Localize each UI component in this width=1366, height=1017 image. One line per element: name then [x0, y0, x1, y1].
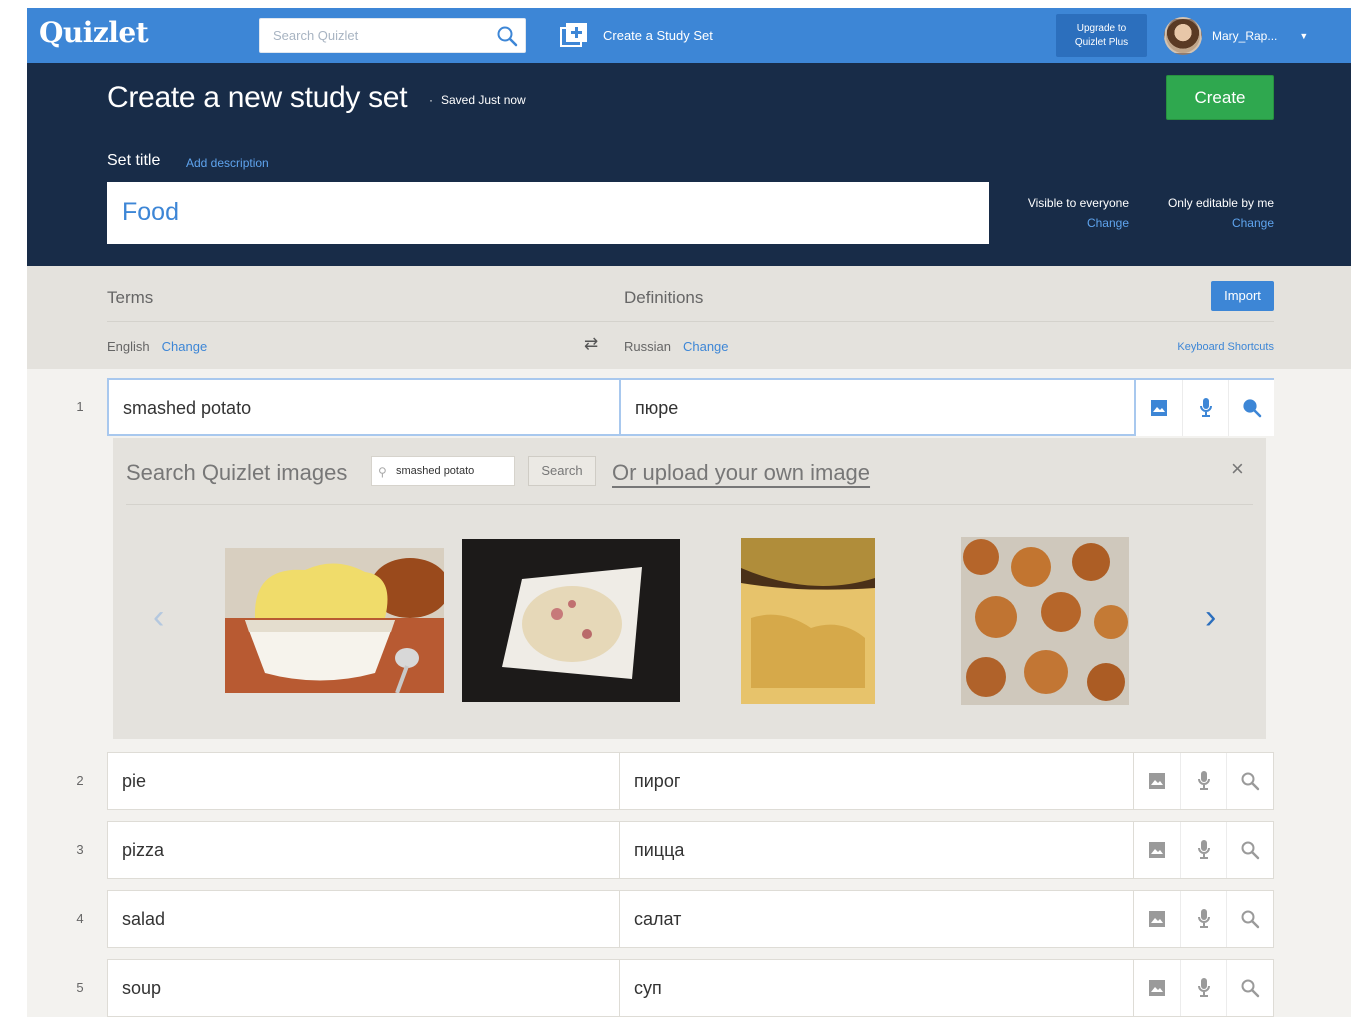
search-icon[interactable]	[1226, 822, 1272, 878]
add-set-icon	[559, 22, 589, 48]
create-study-set-label: Create a Study Set	[603, 27, 713, 43]
image-search-title: Search Quizlet images	[126, 460, 348, 485]
create-button[interactable]: Create	[1166, 75, 1274, 120]
search-icon[interactable]	[1226, 960, 1272, 1016]
term-input[interactable]: soup	[108, 960, 620, 1016]
term-input[interactable]: salad	[108, 891, 620, 947]
term-input[interactable]: pizza	[108, 822, 620, 878]
search-icon[interactable]	[1226, 753, 1272, 809]
save-status: · Saved Just now	[429, 93, 526, 107]
row-number: 3	[76, 842, 84, 857]
search-icon: ⚲	[378, 465, 387, 479]
image-icon[interactable]	[1134, 891, 1180, 947]
editable-change-link[interactable]: Change	[1147, 213, 1274, 233]
save-status-text: Saved Just now	[441, 93, 526, 107]
image-result-potato-fries-plate[interactable]	[741, 538, 875, 704]
top-nav: Quizlet Create a Study Set Upgrade to Qu…	[27, 8, 1351, 63]
visibility-label: Visible to everyone	[1027, 196, 1129, 210]
microphone-icon[interactable]	[1180, 822, 1226, 878]
row-number: 2	[76, 773, 84, 788]
create-study-set-link[interactable]: Create a Study Set	[559, 20, 713, 50]
image-result-smashed-potatoes-tray[interactable]	[961, 537, 1129, 705]
search-field[interactable]	[259, 18, 526, 53]
term-card: smashed potato пюре	[107, 378, 1274, 436]
microphone-icon[interactable]	[1180, 753, 1226, 809]
definitions-heading: Definitions	[624, 288, 704, 307]
term-card: soup суп	[107, 959, 1274, 1017]
image-result-potato-salad-dish[interactable]	[462, 539, 680, 702]
chevron-down-icon[interactable]: ▼	[1299, 31, 1308, 41]
term-input[interactable]: pie	[108, 753, 620, 809]
row-number: 5	[76, 980, 84, 995]
image-search-input[interactable]: ⚲ smashed potato	[371, 456, 515, 486]
card-tools	[1133, 822, 1273, 878]
term-card: pie пирог	[107, 752, 1274, 810]
image-icon[interactable]	[1134, 753, 1180, 809]
definition-input[interactable]: пирог	[620, 753, 1132, 809]
definition-language-change-link[interactable]: Change	[683, 339, 729, 354]
image-result-mashed-potato-bowl[interactable]	[225, 548, 444, 693]
term-card: pizza пицца	[107, 821, 1274, 879]
card-tools	[1134, 380, 1274, 436]
card-tools	[1133, 960, 1273, 1016]
set-header: Create a new study set · Saved Just now C…	[27, 63, 1351, 266]
upload-image-link[interactable]: Or upload your own image	[612, 460, 870, 486]
user-name: Mary_Rap...	[1212, 29, 1278, 43]
image-icon[interactable]	[1136, 380, 1182, 436]
search-icon[interactable]	[1226, 891, 1272, 947]
card-tools	[1133, 891, 1273, 947]
search-input[interactable]	[260, 19, 490, 52]
search-icon[interactable]	[495, 24, 519, 48]
term-language-label: English	[107, 339, 150, 354]
quizlet-logo[interactable]: Quizlet	[39, 16, 149, 49]
definition-input[interactable]: пюре	[621, 380, 1133, 436]
avatar[interactable]	[1164, 17, 1202, 55]
definition-input[interactable]: суп	[620, 960, 1132, 1016]
term-language: English Change	[107, 339, 207, 354]
columns-header: Terms Definitions Import English Change ⇄…	[27, 266, 1351, 369]
page-title: Create a new study set	[107, 81, 408, 114]
set-title-label: Set title	[107, 152, 161, 169]
upgrade-label-1: Upgrade to	[1076, 23, 1127, 34]
image-icon[interactable]	[1134, 822, 1180, 878]
editable-setting: Only editable by me Change	[1147, 193, 1274, 233]
app-window: Quizlet Create a Study Set Upgrade to Qu…	[27, 8, 1351, 1017]
divider	[126, 504, 1253, 505]
microphone-icon[interactable]	[1182, 380, 1228, 436]
set-title-input[interactable]: Food	[107, 182, 989, 244]
microphone-icon[interactable]	[1180, 891, 1226, 947]
definition-language-label: Russian	[624, 339, 671, 354]
microphone-icon[interactable]	[1180, 960, 1226, 1016]
term-card: salad салат	[107, 890, 1274, 948]
image-icon[interactable]	[1134, 960, 1180, 1016]
image-search-button[interactable]: Search	[528, 456, 596, 486]
image-search-panel: Search Quizlet images ⚲ smashed potato S…	[113, 438, 1266, 739]
add-description-link[interactable]: Add description	[186, 156, 269, 170]
definition-language: Russian Change	[624, 339, 729, 354]
term-language-change-link[interactable]: Change	[162, 339, 208, 354]
definition-input[interactable]: салат	[620, 891, 1132, 947]
term-input[interactable]: smashed potato	[109, 380, 621, 436]
visibility-change-link[interactable]: Change	[1007, 213, 1129, 233]
image-search-query: smashed potato	[396, 465, 475, 477]
search-icon[interactable]	[1228, 380, 1274, 436]
row-number: 4	[76, 911, 84, 926]
upgrade-button[interactable]: Upgrade to Quizlet Plus	[1056, 14, 1147, 57]
keyboard-shortcuts-link[interactable]: Keyboard Shortcuts	[1127, 341, 1274, 353]
definition-input[interactable]: пицца	[620, 822, 1132, 878]
swap-icon[interactable]: ⇄	[584, 334, 598, 354]
close-icon[interactable]: ×	[1231, 456, 1244, 482]
terms-heading: Terms	[107, 288, 154, 307]
card-tools	[1133, 753, 1273, 809]
chevron-right-icon[interactable]: ›	[1205, 598, 1216, 637]
user-menu[interactable]: Mary_Rap... ▼	[1164, 17, 1308, 55]
upgrade-label-2: Quizlet Plus	[1074, 37, 1129, 48]
row-number: 1	[76, 399, 84, 414]
set-title-value: Food	[122, 198, 179, 226]
divider	[107, 321, 1274, 322]
visibility-setting: Visible to everyone Change	[1007, 193, 1129, 233]
import-button[interactable]: Import	[1211, 281, 1274, 311]
editable-label: Only editable by me	[1167, 196, 1274, 210]
chevron-left-icon[interactable]: ‹	[153, 598, 164, 637]
